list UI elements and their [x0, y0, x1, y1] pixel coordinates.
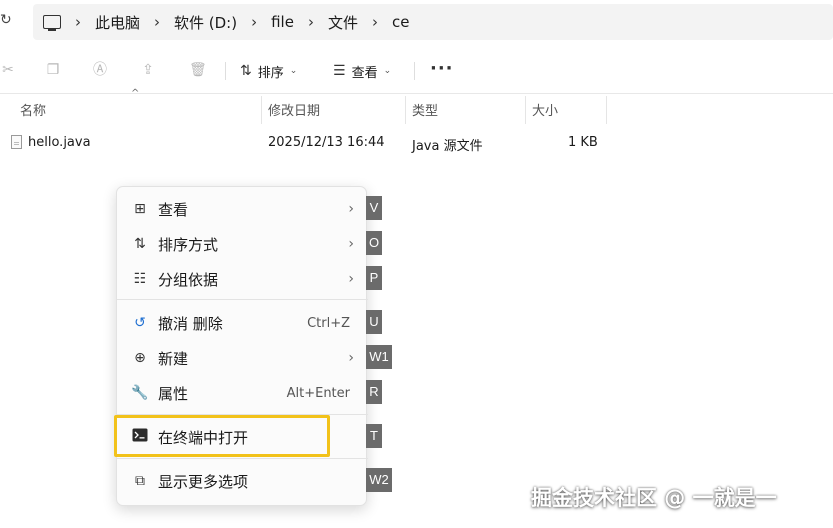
view-button[interactable]: ☰ 查看 ⌄ — [333, 60, 391, 82]
more-options-icon[interactable]: ··· — [430, 58, 454, 79]
chevron-right-icon[interactable]: › — [154, 13, 160, 31]
rename-icon[interactable]: Ⓐ — [92, 62, 108, 78]
menu-item-undo-delete[interactable]: ↺ 撤消 删除 Ctrl+Z — [117, 308, 368, 338]
toolbar-divider — [225, 62, 226, 80]
menu-item-show-more-options[interactable]: ⧉ 显示更多选项 — [117, 466, 368, 496]
breadcrumb-this-pc[interactable]: 此电脑 — [95, 12, 140, 33]
toolbar-divider — [414, 62, 415, 80]
watermark: 掘金技术社区 @ 一就是一 — [531, 486, 777, 510]
access-key-new: W1 — [366, 345, 392, 369]
column-header-name-label: 名称 — [20, 104, 47, 119]
column-divider[interactable] — [405, 96, 406, 124]
computer-icon — [43, 15, 61, 31]
menu-item-sort-by[interactable]: ⇅ 排序方式 › — [117, 229, 368, 259]
chevron-right-icon[interactable]: › — [372, 13, 378, 31]
wrench-icon: 🔧 — [131, 385, 149, 401]
delete-icon[interactable]: 🗑 — [189, 62, 207, 78]
chevron-down-icon: ⌄ — [383, 66, 392, 76]
menu-separator — [117, 299, 368, 300]
access-key-undo: U — [366, 310, 382, 334]
grid-icon: ⊞ — [134, 201, 146, 217]
address-bar[interactable]: › 此电脑 › 软件 (D:) › file › 文件 › ce — [33, 4, 833, 40]
column-header-name[interactable]: 名称 — [20, 96, 260, 123]
sort-icon: ⇅ — [240, 63, 252, 79]
sort-button-label: 排序 — [257, 65, 284, 81]
plus-circle-icon: ⊕ — [134, 350, 146, 366]
menu-item-label: 查看 — [158, 200, 189, 219]
column-divider[interactable] — [261, 96, 262, 124]
menu-item-label: 属性 — [158, 384, 189, 403]
access-key-view: V — [366, 196, 382, 220]
column-header-size-label: 大小 — [532, 104, 559, 119]
column-header-type[interactable]: 类型 — [412, 96, 524, 123]
menu-item-label: 排序方式 — [158, 235, 219, 254]
menu-item-shortcut: Alt+Enter — [286, 385, 350, 401]
address-row: ↻ › 此电脑 › 软件 (D:) › file › 文件 › ce — [0, 0, 833, 44]
menu-item-label: 新建 — [158, 349, 189, 368]
java-file-icon — [11, 135, 22, 149]
menu-item-group-by[interactable]: ☷ 分组依据 › — [117, 264, 368, 294]
column-header-modified[interactable]: 修改日期 — [268, 96, 404, 123]
chevron-right-icon[interactable]: › — [75, 13, 81, 31]
menu-item-label: 分组依据 — [158, 270, 219, 289]
menu-item-properties[interactable]: 🔧 属性 Alt+Enter — [117, 378, 368, 408]
chevron-right-icon[interactable]: › — [308, 13, 314, 31]
column-divider[interactable] — [525, 96, 526, 124]
chevron-right-icon[interactable]: › — [251, 13, 257, 31]
menu-item-label: 显示更多选项 — [158, 472, 249, 491]
access-key-sort-by: O — [366, 231, 382, 255]
menu-item-shortcut: Ctrl+Z — [307, 315, 350, 331]
chevron-right-icon: › — [348, 236, 354, 252]
file-name: hello.java — [28, 135, 91, 150]
command-bar: ✂ ❐ Ⓐ ⇪ 🗑 ⇅ 排序 ⌄ ☰ 查看 ⌄ ··· — [0, 48, 833, 94]
cut-icon[interactable]: ✂ — [0, 62, 16, 78]
breadcrumb-wenjian[interactable]: 文件 — [328, 12, 358, 33]
file-size: 1 KB — [568, 135, 598, 150]
breadcrumb-drive-d[interactable]: 软件 (D:) — [174, 12, 237, 33]
chevron-right-icon: › — [348, 350, 354, 366]
copy-icon[interactable]: ❐ — [45, 62, 61, 78]
column-header-modified-label: 修改日期 — [268, 104, 321, 119]
file-row[interactable]: hello.java 2025/12/13 16:44 Java 源文件 1 K… — [0, 130, 620, 156]
refresh-icon[interactable]: ↻ — [0, 12, 16, 32]
view-button-label: 查看 — [351, 65, 378, 81]
view-lines-icon: ☰ — [333, 63, 346, 79]
highlight-frame — [114, 415, 330, 457]
breadcrumb-file[interactable]: file — [271, 13, 294, 31]
file-type: Java 源文件 — [412, 139, 483, 154]
access-key-group-by: P — [366, 266, 382, 290]
share-icon[interactable]: ⇪ — [140, 62, 156, 78]
column-header-size[interactable]: 大小 — [532, 96, 606, 123]
chevron-down-icon: ⌄ — [289, 66, 298, 76]
access-key-properties: R — [366, 380, 382, 404]
column-divider[interactable] — [606, 96, 607, 124]
access-key-terminal: T — [366, 424, 382, 448]
access-key-more-options: W2 — [366, 468, 392, 492]
undo-icon: ↺ — [134, 315, 146, 331]
context-menu: ⊞ 查看 › ⇅ 排序方式 › ☷ 分组依据 › ↺ 撤消 删除 Ctrl+Z … — [116, 186, 368, 506]
column-header-type-label: 类型 — [412, 104, 439, 119]
group-icon: ☷ — [133, 271, 147, 287]
breadcrumb-ce[interactable]: ce — [392, 13, 409, 31]
menu-item-label: 撤消 删除 — [158, 314, 223, 333]
sort-icon: ⇅ — [134, 236, 146, 252]
external-icon: ⧉ — [135, 473, 145, 489]
chevron-right-icon: › — [348, 201, 354, 217]
menu-separator — [117, 458, 368, 459]
chevron-right-icon: › — [348, 271, 354, 287]
file-modified: 2025/12/13 16:44 — [268, 135, 385, 150]
menu-item-view[interactable]: ⊞ 查看 › — [117, 194, 368, 224]
sort-button[interactable]: ⇅ 排序 ⌄ — [240, 60, 297, 82]
menu-item-new[interactable]: ⊕ 新建 › — [117, 343, 368, 373]
